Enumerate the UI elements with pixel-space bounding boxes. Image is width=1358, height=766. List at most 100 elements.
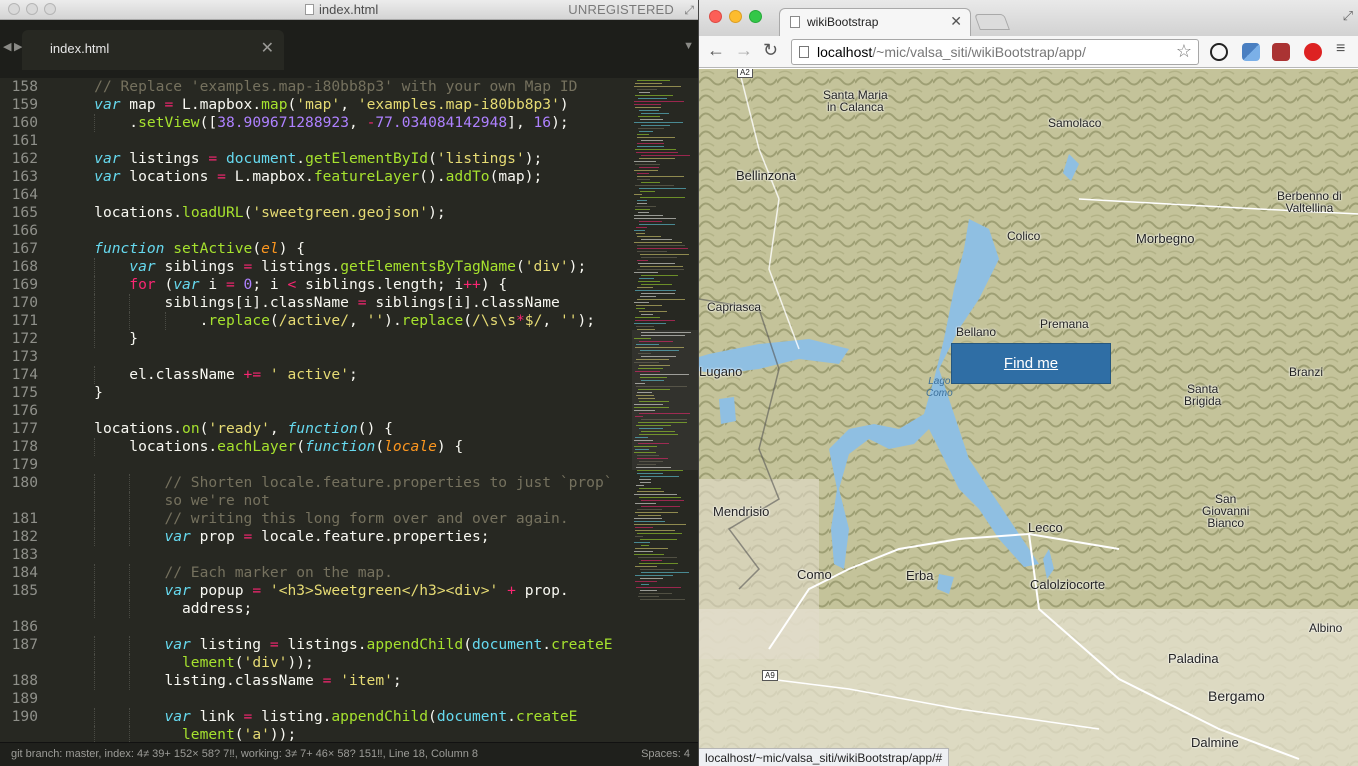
code-line[interactable]: 175 } bbox=[0, 384, 632, 402]
url-text[interactable]: localhost/~mic/valsa_siti/wikiBootstrap/… bbox=[817, 44, 1086, 60]
minimap-line bbox=[640, 254, 689, 255]
code-line[interactable]: 161 bbox=[0, 132, 632, 150]
code-line[interactable]: 171 .replace(/active/, '').replace(/\s\s… bbox=[0, 312, 632, 330]
tab-scroll-left-icon[interactable]: ◀ bbox=[3, 40, 11, 53]
minimap-line bbox=[635, 566, 657, 567]
code-line[interactable]: 172 } bbox=[0, 330, 632, 348]
code-line[interactable]: 184 // Each marker on the map. bbox=[0, 564, 632, 582]
minimap-line bbox=[640, 266, 683, 267]
code-token: i bbox=[199, 276, 226, 293]
code-line[interactable]: 182 var prop = locale.feature.properties… bbox=[0, 528, 632, 546]
code-token: document bbox=[225, 150, 297, 167]
code-line[interactable]: 178 locations.eachLayer(function(locale)… bbox=[0, 438, 632, 456]
code-text: } bbox=[38, 384, 103, 402]
code-line[interactable]: 164 bbox=[0, 186, 632, 204]
code-line[interactable]: 168 var siblings = listings.getElementsB… bbox=[0, 258, 632, 276]
minimap-line bbox=[637, 491, 664, 492]
code-line[interactable]: 166 bbox=[0, 222, 632, 240]
indentation-setting[interactable]: Spaces: 4 bbox=[641, 748, 690, 760]
code-line[interactable]: 189 bbox=[0, 690, 632, 708]
code-line[interactable]: 165 locations.loadURL('sweetgreen.geojso… bbox=[0, 204, 632, 222]
code-line[interactable]: 160 .setView([38.909671288923, -77.03408… bbox=[0, 114, 632, 132]
code-line[interactable]: 181 // writing this long form over and o… bbox=[0, 510, 632, 528]
code-line[interactable]: 170 siblings[i].className = siblings[i].… bbox=[0, 294, 632, 312]
forward-arrow-icon[interactable]: → bbox=[735, 40, 753, 61]
code-line[interactable]: 179 bbox=[0, 456, 632, 474]
code-line[interactable]: lement('a')); bbox=[0, 726, 632, 742]
code-line[interactable]: lement('div')); bbox=[0, 654, 632, 672]
adblock-extension-icon[interactable] bbox=[1304, 43, 1322, 61]
minimize-window-button[interactable] bbox=[26, 3, 38, 15]
code-line[interactable]: 186 bbox=[0, 618, 632, 636]
indent-guide bbox=[94, 582, 96, 600]
code-token: ); bbox=[428, 204, 446, 221]
back-arrow-icon[interactable]: ← bbox=[707, 40, 725, 61]
puzzle-extension-icon[interactable] bbox=[1272, 43, 1290, 61]
code-line[interactable]: 190 var link = listing.appendChild(docum… bbox=[0, 708, 632, 726]
url-host: localhost bbox=[817, 44, 873, 60]
code-line[interactable]: address; bbox=[0, 600, 632, 618]
find-me-button[interactable]: Find me bbox=[951, 343, 1111, 384]
code-token: prop. bbox=[515, 582, 569, 599]
code-token: locations. bbox=[94, 420, 183, 437]
reload-icon[interactable]: ↻ bbox=[763, 40, 778, 61]
code-token: = bbox=[208, 150, 218, 167]
minimap-line bbox=[641, 140, 663, 141]
close-window-button[interactable] bbox=[8, 3, 20, 15]
tab-menu-icon[interactable]: ▼ bbox=[683, 40, 694, 52]
menu-icon[interactable]: ≡ bbox=[1336, 40, 1345, 58]
sync-extension-icon[interactable] bbox=[1210, 43, 1228, 61]
code-line[interactable]: 158 // Replace 'examples.map-i80bb8p3' w… bbox=[0, 78, 632, 96]
fullscreen-icon[interactable]: ⤢ bbox=[684, 3, 694, 18]
address-bar[interactable]: localhost/~mic/valsa_siti/wikiBootstrap/… bbox=[791, 39, 1199, 65]
minimap-line bbox=[637, 299, 685, 300]
code-line[interactable]: 163 var locations = L.mapbox.featureLaye… bbox=[0, 168, 632, 186]
code-text: listing.className = 'item'; bbox=[38, 672, 401, 690]
editor-tab-bar: ◀ ▶ index.html ✕ ▼ bbox=[0, 20, 698, 78]
minimap-line bbox=[638, 368, 663, 369]
code-line[interactable]: 180 // Shorten locale.feature.properties… bbox=[0, 474, 632, 492]
code-line[interactable]: 188 listing.className = 'item'; bbox=[0, 672, 632, 690]
code-line[interactable]: 174 el.className += ' active'; bbox=[0, 366, 632, 384]
browser-tab-wikibootstrap[interactable]: wikiBootstrap ✕ bbox=[779, 8, 971, 36]
fullscreen-icon[interactable]: ⤢ bbox=[1343, 8, 1353, 24]
code-line[interactable]: 183 bbox=[0, 546, 632, 564]
minimap-line bbox=[641, 293, 675, 294]
zoom-window-button[interactable] bbox=[44, 3, 56, 15]
code-line[interactable]: 173 bbox=[0, 348, 632, 366]
code-text: var siblings = listings.getElementsByTag… bbox=[38, 258, 586, 276]
code-token: 'div' bbox=[243, 654, 288, 671]
code-line[interactable]: 159 var map = L.mapbox.map('map', 'examp… bbox=[0, 96, 632, 114]
minimap-line bbox=[639, 92, 650, 93]
bookmark-star-icon[interactable]: ☆ bbox=[1176, 41, 1192, 62]
minimap[interactable] bbox=[632, 78, 698, 742]
eyedropper-extension-icon[interactable] bbox=[1242, 43, 1260, 61]
map-view[interactable]: Santa Maria in Calanca Samolaco Bellinzon… bbox=[699, 69, 1358, 766]
new-tab-button[interactable] bbox=[974, 14, 1010, 30]
close-tab-icon[interactable]: ✕ bbox=[261, 38, 274, 58]
line-number: 190 bbox=[11, 708, 38, 725]
code-line[interactable]: 167 function setActive(el) { bbox=[0, 240, 632, 258]
code-line[interactable]: 162 var listings = document.getElementBy… bbox=[0, 150, 632, 168]
line-number: 181 bbox=[11, 510, 38, 527]
tab-index-html[interactable]: index.html ✕ bbox=[22, 30, 284, 70]
minimap-line bbox=[634, 272, 658, 273]
minimap-line bbox=[637, 455, 659, 456]
code-area[interactable]: 158 // Replace 'examples.map-i80bb8p3' w… bbox=[0, 78, 632, 742]
code-line[interactable]: 169 for (var i = 0; i < siblings.length;… bbox=[0, 276, 632, 294]
close-tab-icon[interactable]: ✕ bbox=[950, 13, 962, 30]
code-token: + bbox=[507, 582, 516, 599]
zoom-window-button[interactable] bbox=[749, 10, 762, 23]
code-line[interactable]: 187 var listing = listings.appendChild(d… bbox=[0, 636, 632, 654]
code-line[interactable]: 185 var popup = '<h3>Sweetgreen</h3><div… bbox=[0, 582, 632, 600]
minimize-window-button[interactable] bbox=[729, 10, 742, 23]
code-token: ( bbox=[234, 654, 244, 671]
code-token: , bbox=[269, 420, 288, 437]
code-line[interactable]: 176 bbox=[0, 402, 632, 420]
code-line[interactable]: 177 locations.on('ready', function() { bbox=[0, 420, 632, 438]
minimap-line bbox=[634, 554, 664, 555]
close-window-button[interactable] bbox=[709, 10, 722, 23]
minimap-line bbox=[639, 278, 654, 279]
code-line[interactable]: so we're not bbox=[0, 492, 632, 510]
